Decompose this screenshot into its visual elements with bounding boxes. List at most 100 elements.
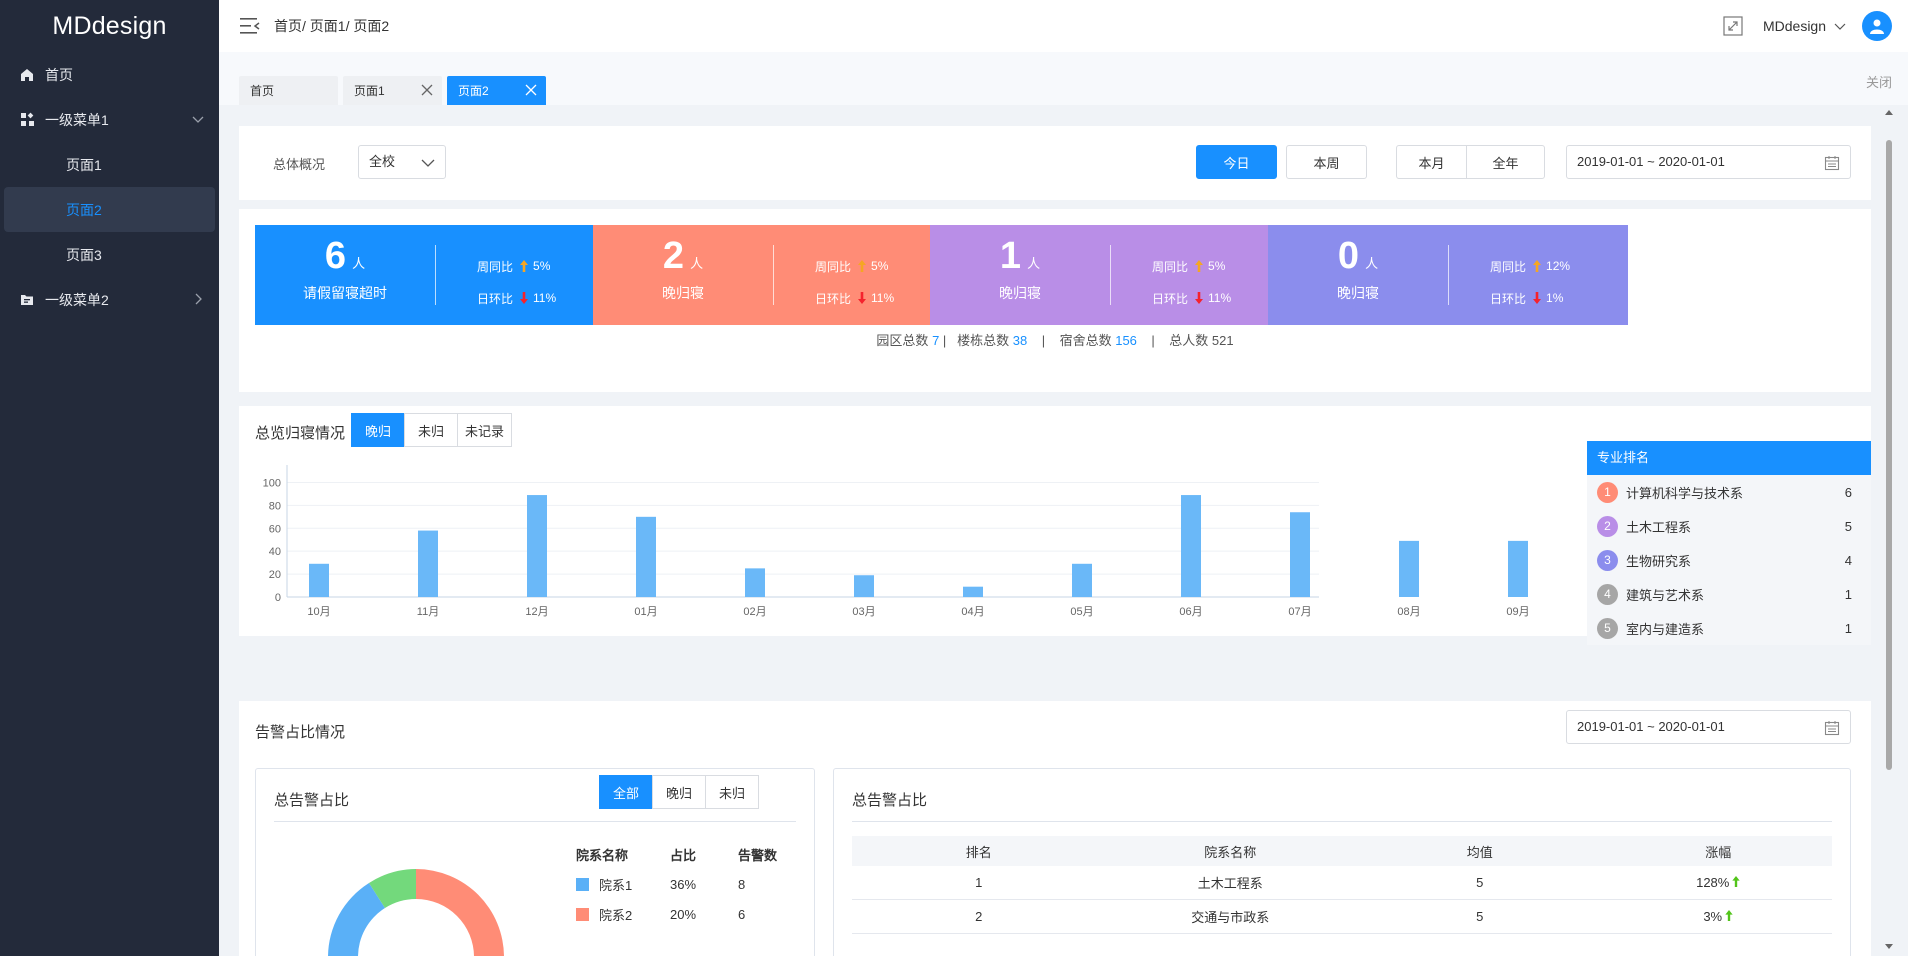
separator: | <box>1030 333 1056 348</box>
bar <box>1181 495 1201 597</box>
sidebar-subitem-page1[interactable]: 页面1 <box>4 142 215 187</box>
scrollbar[interactable] <box>1882 105 1896 956</box>
list-item[interactable]: 4 建筑与艺术系 1 <box>1587 577 1871 611</box>
alert-date-range-picker[interactable]: 2019-01-01 ~ 2020-01-01 <box>1566 710 1851 744</box>
major-ranking: 专业排名 1 计算机科学与技术系 6 2 土木工程系 5 3 生物研究系 4 4 建筑与艺术系 1 5 室… <box>1587 441 1871 645</box>
up-arrow-icon <box>520 260 529 272</box>
breadcrumb: 首页/ 页面1/ 页面2 <box>274 18 390 34</box>
cell-dept: 交通与市政系 <box>1191 910 1270 925</box>
scroll-down-icon[interactable] <box>1882 942 1896 952</box>
cell-rank: 1 <box>975 875 983 890</box>
filter-bar: 总体概况 全校 今日 本周 本月 全年 2019-01-01 ~ 2020-01… <box>239 126 1871 200</box>
seg-absent[interactable]: 未归 <box>705 775 759 809</box>
date-range-value: 2019-01-01 ~ 2020-01-01 <box>1577 154 1725 169</box>
stat-compare: 周同比 5% 日环比 11% <box>1152 250 1231 314</box>
close-icon[interactable] <box>421 84 433 96</box>
list-item[interactable]: 2 土木工程系 5 <box>1587 509 1871 543</box>
dod-value: 11% <box>871 291 895 305</box>
x-tick-label: 01月 <box>634 606 657 618</box>
return-status-panel: 总览归寝情况 晚归 未归 未记录 0 20 40 60 80 100 10月 11月 12月 01… <box>239 406 1871 645</box>
seg-not-return[interactable]: 未归 <box>404 413 458 447</box>
sidebar-item-menu2[interactable]: 一级菜单2 <box>0 277 219 322</box>
stat-card: 0 人晚归寝 周同比 12% 日环比 1% <box>1268 225 1628 325</box>
calendar-icon <box>1824 721 1840 736</box>
close-all-tabs[interactable]: 关闭 <box>1866 72 1892 91</box>
sidebar-item-label: 一级菜单2 <box>45 291 109 308</box>
scroll-up-icon[interactable] <box>1882 107 1896 117</box>
today-button[interactable]: 今日 <box>1196 145 1277 179</box>
wow-value: 5% <box>871 259 889 273</box>
stat-value: 0人 <box>1268 235 1448 278</box>
cell-growth: 3% <box>1604 909 1832 924</box>
seg-all[interactable]: 全部 <box>599 775 653 809</box>
date-range-picker[interactable]: 2019-01-01 ~ 2020-01-01 <box>1566 145 1851 179</box>
x-tick-label: 09月 <box>1506 606 1529 618</box>
menu-fold-icon[interactable] <box>240 17 260 35</box>
bar <box>1290 512 1310 597</box>
table-row[interactable]: 2 交通与市政系 5 3% <box>852 900 1832 934</box>
user-name[interactable]: MDdesign <box>1763 18 1826 34</box>
alert-panel: 告警占比情况 2019-01-01 ~ 2020-01-01 总告警占比 全部 … <box>239 701 1871 956</box>
bar-chart: 0 20 40 60 80 100 10月 11月 12月 01月 02月 03月 04月 05月 06月 0… <box>263 465 1530 618</box>
legend-col-count: 告警数 <box>738 847 778 863</box>
building-count: 38 <box>1012 333 1028 348</box>
avatar[interactable] <box>1862 11 1892 41</box>
tab-page1[interactable]: 页面1 <box>343 76 442 105</box>
major-value: 1 <box>1844 586 1852 602</box>
x-tick-label: 05月 <box>1070 606 1093 618</box>
dorm-label: 宿舍总数 <box>1059 333 1112 348</box>
fullscreen-icon[interactable] <box>1723 16 1743 36</box>
scope-select[interactable]: 全校 <box>358 145 446 179</box>
stat-compare: 周同比 5% 日环比 11% <box>815 250 894 314</box>
year-button[interactable]: 全年 <box>1466 145 1545 179</box>
divider <box>435 245 436 305</box>
sidebar-item-menu1[interactable]: 一级菜单1 <box>0 97 219 142</box>
seg-no-record[interactable]: 未记录 <box>457 413 512 447</box>
y-tick-label: 20 <box>269 569 281 581</box>
up-arrow-icon <box>1732 876 1741 887</box>
list-item[interactable]: 1 计算机科学与技术系 6 <box>1587 475 1871 509</box>
sidebar-subitem-page3[interactable]: 页面3 <box>4 232 215 277</box>
close-icon[interactable] <box>525 84 537 96</box>
up-arrow-icon <box>858 260 867 272</box>
bar <box>745 568 765 597</box>
people-label: 总人数 <box>1169 333 1209 348</box>
wow-value: 5% <box>533 259 551 273</box>
dept-legend-table: 院系名称 占比 告警数 院系1 36% 8 院系2 20% 6 <box>576 839 777 929</box>
legend-row: 院系1 36% 8 <box>576 869 777 899</box>
divider <box>773 245 774 305</box>
user-icon <box>1870 19 1884 34</box>
scroll-thumb[interactable] <box>1886 140 1892 770</box>
alert-share-card: 总告警占比 全部 晚归 未归 院系名称 占比 告警数 院系1 36% 8 院系2 20%… <box>255 768 815 956</box>
legend-name-cell: 院系1 <box>576 875 670 894</box>
major-name: 计算机科学与技术系 <box>1626 485 1744 501</box>
legend-swatch <box>576 907 589 921</box>
sidebar: MDdesign 首页 一级菜单1 页面1 页面2 页面3 一级菜单2 <box>0 0 219 956</box>
donut-segment-coral <box>416 869 504 956</box>
month-button[interactable]: 本月 <box>1396 145 1467 179</box>
list-item[interactable]: 3 生物研究系 4 <box>1587 543 1871 577</box>
tab-page2[interactable]: 页面2 <box>447 76 546 105</box>
stat-card: 6 人请假留寝超时 周同比 5% 日环比 11% <box>255 225 615 325</box>
col-rank: 排名 <box>965 844 992 860</box>
sidebar-item-home[interactable]: 首页 <box>0 52 219 97</box>
stat-main: 1 人晚归寝 <box>930 225 1110 325</box>
chevron-down-icon[interactable] <box>1834 20 1846 32</box>
seg-late[interactable]: 晚归 <box>652 775 706 809</box>
list-item[interactable]: 5 室内与建造系 1 <box>1587 611 1871 645</box>
park-count: 7 <box>932 333 940 348</box>
tab-home[interactable]: 首页 <box>239 76 338 105</box>
week-button[interactable]: 本周 <box>1286 145 1367 179</box>
seg-late-return[interactable]: 晚归 <box>351 413 405 447</box>
chevron-down-icon <box>421 159 435 167</box>
stats-panel: 6 人请假留寝超时 周同比 5% 日环比 11% 2 人晚归寝 周同比 5% 日环比 11% 1 人晚归寝… <box>239 209 1871 392</box>
stat-desc: 晚归寝 <box>662 285 704 301</box>
app-logo[interactable]: MDdesign <box>0 0 219 52</box>
divider <box>852 821 1832 822</box>
dod-label: 日环比 <box>815 291 852 306</box>
sidebar-subitem-page2[interactable]: 页面2 <box>4 187 215 232</box>
rank-badge: 4 <box>1597 583 1618 605</box>
tab-label: 首页 <box>250 84 275 98</box>
table-row[interactable]: 1 土木工程系 5 128% <box>852 866 1832 900</box>
wow-label: 周同比 <box>1152 259 1189 274</box>
